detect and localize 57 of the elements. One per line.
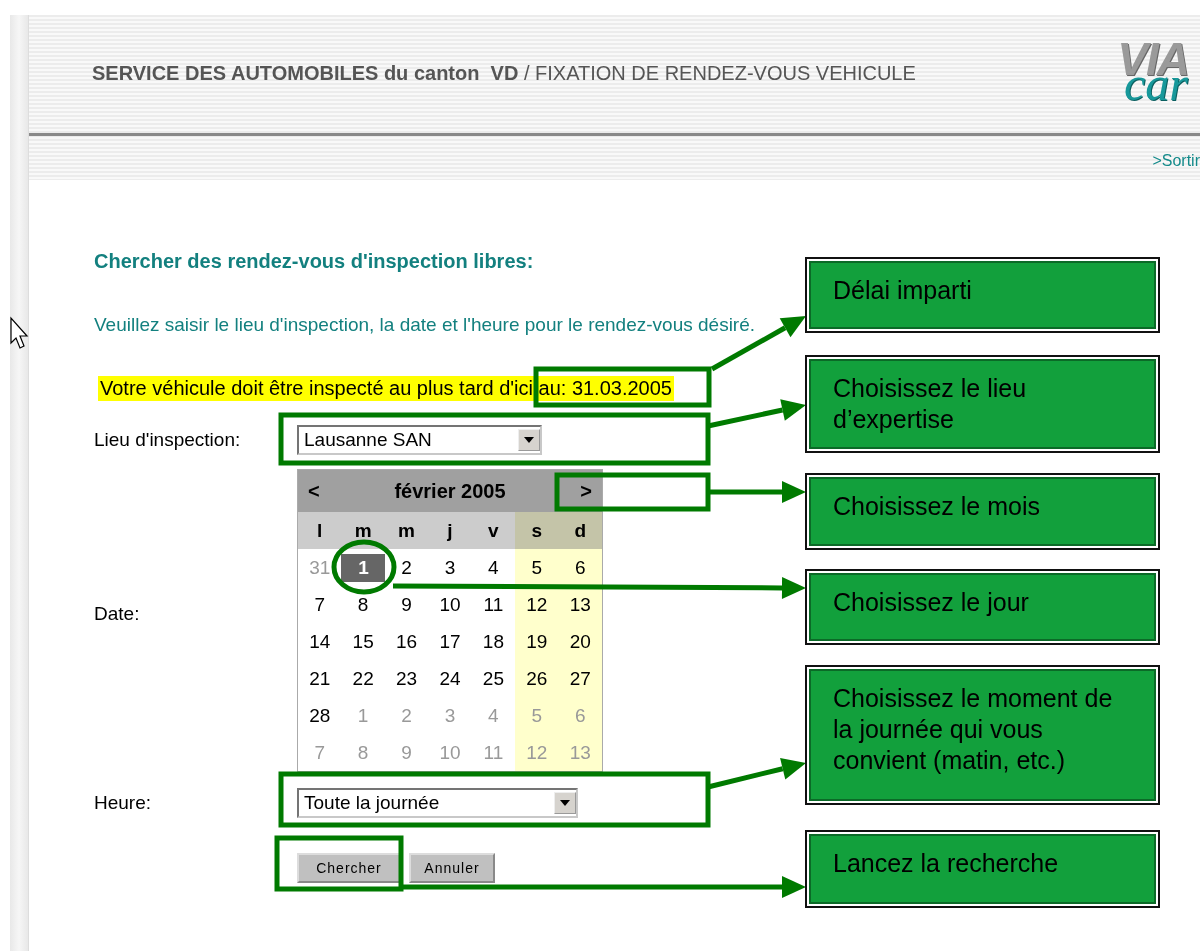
time-select[interactable]: Toute la journée <box>297 788 578 818</box>
callout-note: Lancez la recherche <box>805 830 1160 908</box>
field-label: Lieu d'inspection: <box>94 429 242 451</box>
weekday-header: d <box>574 519 587 541</box>
calendar-day[interactable]: 22 <box>341 660 385 697</box>
calendar-day[interactable]: 23 <box>384 660 429 697</box>
calendar-day[interactable]: 19 <box>515 623 559 660</box>
calendar-day[interactable]: 17 <box>428 623 472 660</box>
calendar-day[interactable]: 9 <box>384 586 429 623</box>
previous-month-button[interactable]: < <box>308 479 320 503</box>
calendar-day[interactable]: 15 <box>341 623 385 660</box>
calendar-day[interactable]: 10 <box>428 586 472 623</box>
calendar-day[interactable]: 21 <box>298 660 342 697</box>
instruction-text: Veuillez saisir le lieu d'inspection, la date et l'heure pour le rendez-vous désiré. <box>94 314 756 336</box>
exit-link[interactable]: >Sortir <box>1152 152 1200 169</box>
calendar-day[interactable]: 28 <box>298 697 342 734</box>
calendar-day[interactable]: 3 <box>428 549 472 586</box>
location-select[interactable]: Lausanne SAN <box>297 425 542 455</box>
month-title: février 2005 <box>394 479 506 503</box>
mouse-pointer-icon <box>10 316 29 349</box>
callout-note: Délai imparti <box>805 257 1160 333</box>
calendar-day[interactable]: 2 <box>384 549 429 586</box>
weekday-header: v <box>488 519 499 541</box>
calendar-day[interactable]: 24 <box>428 660 472 697</box>
calendar-day[interactable]: 6 <box>558 549 602 586</box>
field-label: Date: <box>94 602 141 625</box>
calendar-day[interactable]: 27 <box>558 660 602 697</box>
highlight-circle <box>331 539 397 595</box>
calendar-day[interactable]: 14 <box>298 623 342 660</box>
calendar-day[interactable]: 25 <box>471 660 516 697</box>
calendar-day[interactable]: 5 <box>515 549 559 586</box>
callout-note: Choisissez le jour <box>805 569 1160 645</box>
callout-note: Choisissez le mois <box>805 473 1160 550</box>
calendar-day[interactable]: 4 <box>471 549 516 586</box>
search-button[interactable]: Chercher <box>297 853 401 883</box>
calendar-day[interactable]: 26 <box>515 660 559 697</box>
deadline-notice: Votre véhicule doit être inspecté au plus tard d'ici au: 31.03.2005 <box>98 376 674 401</box>
page-title: SERVICE DES AUTOMOBILES du canton VD / FIXATION DE RENDEZ-VOUS VEHICULE <box>92 61 916 85</box>
weekday-header: l <box>317 519 323 541</box>
weekday-header: m <box>398 519 415 541</box>
field-label: Heure: <box>94 792 153 814</box>
calendar-day[interactable]: 16 <box>384 623 429 660</box>
weekday-header: j <box>447 519 453 541</box>
callout-note: Choisissez le moment de la journée qui vous convient (matin, etc.) <box>805 665 1160 805</box>
cancel-button[interactable]: Annuler <box>409 853 495 883</box>
calendar-day[interactable]: 7 <box>298 586 342 623</box>
calendar-day[interactable]: 20 <box>558 623 602 660</box>
calendar-day[interactable]: 18 <box>471 623 516 660</box>
weekday-header: s <box>531 519 543 541</box>
callout-note: Choisissez le lieu d’expertise <box>805 355 1160 453</box>
dropdown-arrow-icon <box>560 800 570 806</box>
dropdown-arrow-icon <box>524 437 534 443</box>
calendar-day[interactable]: 8 <box>341 586 385 623</box>
calendar-day[interactable]: 11 <box>471 586 516 623</box>
form-heading: Chercher des rendez-vous d'inspection libres: <box>94 250 534 273</box>
next-month-button[interactable]: > <box>580 479 592 503</box>
weekday-header: m <box>354 519 372 541</box>
